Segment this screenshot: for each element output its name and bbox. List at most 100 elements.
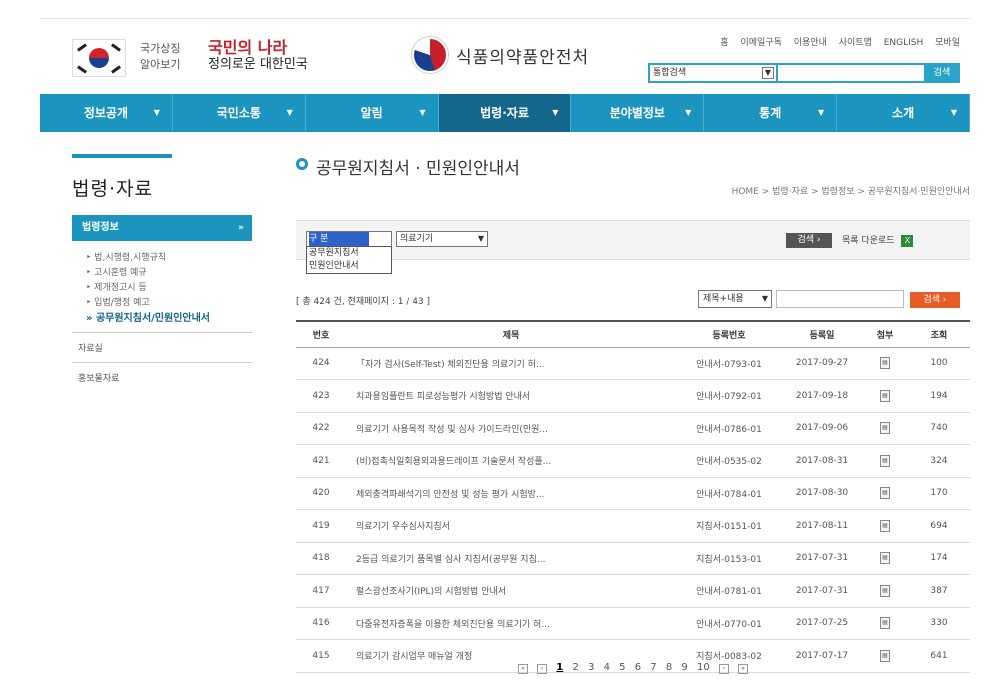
util-link-mobile[interactable]: 모바일 bbox=[935, 38, 960, 48]
search-scope-value: 통합검색 bbox=[653, 68, 687, 78]
result-count: [ 총 424 건, 현재페이지 : 1 / 43 ] bbox=[296, 297, 431, 307]
korean-flag-icon[interactable] bbox=[72, 39, 126, 77]
next-page-icon[interactable]: › bbox=[718, 664, 729, 674]
nav-item-statistics[interactable]: 통계 ▼ bbox=[704, 94, 838, 132]
attachment-icon[interactable]: ▤ bbox=[880, 552, 890, 565]
category-option-civil[interactable]: 민원인안내서 bbox=[309, 260, 391, 273]
cell-views: 174 bbox=[908, 542, 970, 575]
cell-title-link[interactable]: 치과용임플란트 피로성능평가 시험방법 안내서 bbox=[346, 379, 676, 413]
cell-title-link[interactable]: 2등급 의료기기 품목별 심사 지침서(공무원 지침... bbox=[346, 542, 676, 575]
keyword-search-button[interactable]: 검색 › bbox=[910, 292, 960, 308]
cell-attach: ▤ bbox=[862, 477, 908, 510]
sidebar-item-label: 제개정고시 등 bbox=[94, 283, 147, 293]
cell-date: 2017-07-25 bbox=[782, 607, 862, 640]
page-link-1[interactable]: 1 bbox=[556, 662, 563, 673]
agency-name[interactable]: 식품의약품안전처 bbox=[456, 43, 589, 68]
attachment-icon[interactable]: ▤ bbox=[880, 519, 890, 532]
sidebar-item-revisions[interactable]: ‣ 제개정고시 등 bbox=[86, 281, 252, 296]
table-row[interactable]: 416 다중유전자증폭을 이용한 체외진단용 의료기기 허... 안내서-077… bbox=[296, 607, 970, 640]
sidebar-item-legislation[interactable]: ‣ 입법/행정 예고 bbox=[86, 296, 252, 311]
sidebar: 법령·자료 법령정보 » ‣ 법,시행령,시행규칙 ‣ 고시훈령 예규 ‣ 제개… bbox=[72, 154, 252, 392]
keyword-input[interactable] bbox=[776, 290, 904, 308]
nav-item-info-disclosure[interactable]: 정보공개 ▼ bbox=[40, 94, 173, 132]
page-link-3[interactable]: 3 bbox=[588, 662, 594, 673]
cell-title-link[interactable]: 의료기기 우수심사지침서 bbox=[346, 509, 676, 543]
attachment-icon[interactable]: ▤ bbox=[880, 617, 890, 630]
table-row[interactable]: 424 「자가 검사(Self-Test) 체외진단용 의료기기 허... 안내… bbox=[296, 347, 970, 380]
page-link-2[interactable]: 2 bbox=[572, 662, 578, 673]
cell-views: 740 bbox=[908, 412, 970, 445]
mfds-logo-icon[interactable] bbox=[412, 37, 448, 73]
nav-item-about[interactable]: 소개 ▼ bbox=[837, 94, 971, 132]
table-row[interactable]: 423 치과용임플란트 피로성능평가 시험방법 안내서 안내서-0792-01 … bbox=[296, 379, 970, 413]
search-field-select[interactable]: 제목+내용 ▼ bbox=[698, 290, 772, 308]
page-link-10[interactable]: 10 bbox=[697, 662, 710, 673]
search-button[interactable]: 검색 bbox=[926, 65, 958, 81]
category-select[interactable]: 구 분 bbox=[306, 231, 392, 247]
attachment-icon[interactable]: ▤ bbox=[880, 389, 890, 402]
product-select[interactable]: 의료기기 ▼ bbox=[396, 231, 488, 247]
sidebar-item-notices[interactable]: ‣ 고시훈령 예규 bbox=[86, 266, 252, 281]
first-page-icon[interactable]: « bbox=[517, 664, 528, 674]
sidebar-item-guidelines[interactable]: » 공무원지침서/민원인안내서 bbox=[86, 311, 252, 326]
cell-title-link[interactable]: 펄스광선조사기(IPL)의 시험방법 안내서 bbox=[346, 574, 676, 608]
table-row[interactable]: 419 의료기기 우수심사지침서 지침서-0151-01 2017-08-11 … bbox=[296, 509, 970, 543]
util-link-english[interactable]: ENGLISH bbox=[884, 38, 924, 48]
chevron-down-icon: ▼ bbox=[153, 108, 160, 117]
table-row[interactable]: 421 (비)접촉식일회용외과용드레이프 기술문서 작성플... 안내서-053… bbox=[296, 444, 970, 478]
page-link-6[interactable]: 6 bbox=[635, 662, 641, 673]
keyword-search-label: 검색 bbox=[923, 295, 941, 305]
page-link-7[interactable]: 7 bbox=[650, 662, 656, 673]
attachment-icon[interactable]: ▤ bbox=[880, 454, 890, 467]
util-link-sitemap[interactable]: 사이트맵 bbox=[839, 38, 872, 48]
site-header: 국가상징 알아보기 국민의 나라 정의로운 대한민국 식품의약품안전처 홈 이메… bbox=[40, 18, 970, 94]
table-row[interactable]: 420 체외충격파쇄석기의 안전성 및 성능 평가 시험방... 안내서-078… bbox=[296, 477, 970, 510]
prev-page-icon[interactable]: ‹ bbox=[537, 664, 548, 674]
cell-title-link[interactable]: 다중유전자증폭을 이용한 체외진단용 의료기기 허... bbox=[346, 607, 676, 640]
cell-no: 419 bbox=[296, 509, 346, 543]
nav-label: 통계 bbox=[759, 106, 782, 120]
util-link-home[interactable]: 홈 bbox=[720, 38, 728, 48]
slogan-logo[interactable]: 국민의 나라 정의로운 대한민국 bbox=[208, 39, 308, 73]
filter-search-button[interactable]: 검색 › bbox=[786, 233, 832, 248]
page-link-8[interactable]: 8 bbox=[666, 662, 672, 673]
attachment-icon[interactable]: ▤ bbox=[880, 584, 890, 597]
sidebar-item-promo[interactable]: 홍보물자료 bbox=[72, 362, 252, 392]
search-scope-select[interactable]: 통합검색 ▼ bbox=[650, 65, 776, 81]
last-page-icon[interactable]: » bbox=[738, 664, 749, 674]
page-title-text: 공무원지침서 · 민원인안내서 bbox=[316, 159, 520, 179]
attachment-icon[interactable]: ▤ bbox=[880, 357, 890, 370]
cell-reg: 안내서-0793-01 bbox=[676, 347, 782, 380]
national-symbol-line1: 국가상징 bbox=[140, 42, 181, 55]
util-link-email[interactable]: 이메일구독 bbox=[740, 38, 781, 48]
category-option-official[interactable]: 공무원지침서 bbox=[309, 247, 391, 260]
attachment-icon[interactable]: ▤ bbox=[880, 649, 890, 662]
sidebar-item-laws[interactable]: ‣ 법,시행령,시행규칙 bbox=[86, 251, 252, 266]
attachment-icon[interactable]: ▤ bbox=[880, 487, 890, 500]
cell-title-link[interactable]: 「자가 검사(Self-Test) 체외진단용 의료기기 허... bbox=[346, 347, 676, 380]
nav-item-news[interactable]: 알림 ▼ bbox=[306, 94, 439, 132]
list-download-link[interactable]: 목록 다운로드 X bbox=[842, 233, 914, 247]
sidebar-menu-law-info[interactable]: 법령정보 » bbox=[72, 215, 252, 241]
page-link-5[interactable]: 5 bbox=[619, 662, 625, 673]
cell-title-link[interactable]: 의료기기 사용목적 작성 및 심사 가이드라인(민원... bbox=[346, 412, 676, 445]
nav-item-law-data[interactable]: 법령·자료 ▼ bbox=[438, 94, 572, 132]
table-row[interactable]: 418 2등급 의료기기 품목별 심사 지침서(공무원 지침... 지침서-01… bbox=[296, 542, 970, 575]
table-row[interactable]: 417 펄스광선조사기(IPL)의 시험방법 안내서 안내서-0781-01 2… bbox=[296, 574, 970, 608]
cell-attach: ▤ bbox=[862, 607, 908, 640]
cell-no: 423 bbox=[296, 379, 346, 413]
attachment-icon[interactable]: ▤ bbox=[880, 422, 890, 435]
cell-title-link[interactable]: (비)접촉식일회용외과용드레이프 기술문서 작성플... bbox=[346, 444, 676, 478]
national-symbol-link[interactable]: 국가상징 알아보기 bbox=[140, 41, 180, 73]
page-link-9[interactable]: 9 bbox=[681, 662, 687, 673]
page-link-4[interactable]: 4 bbox=[604, 662, 610, 673]
search-input[interactable] bbox=[778, 65, 924, 81]
utility-links: 홈 이메일구독 이용안내 사이트맵 ENGLISH 모바일 bbox=[711, 35, 960, 48]
table-row[interactable]: 422 의료기기 사용목적 작성 및 심사 가이드라인(민원... 안내서-07… bbox=[296, 412, 970, 445]
nav-item-communication[interactable]: 국민소통 ▼ bbox=[173, 94, 306, 132]
nav-item-field-info[interactable]: 분야별정보 ▼ bbox=[571, 94, 705, 132]
main-content: 공무원지침서 · 민원인안내서 HOME > 법령·자료 > 법령정보 > 공무… bbox=[296, 154, 970, 674]
util-link-guide[interactable]: 이용안내 bbox=[794, 38, 827, 48]
cell-title-link[interactable]: 체외충격파쇄석기의 안전성 및 성능 평가 시험방... bbox=[346, 477, 676, 510]
sidebar-item-archive[interactable]: 자료실 bbox=[72, 332, 252, 362]
